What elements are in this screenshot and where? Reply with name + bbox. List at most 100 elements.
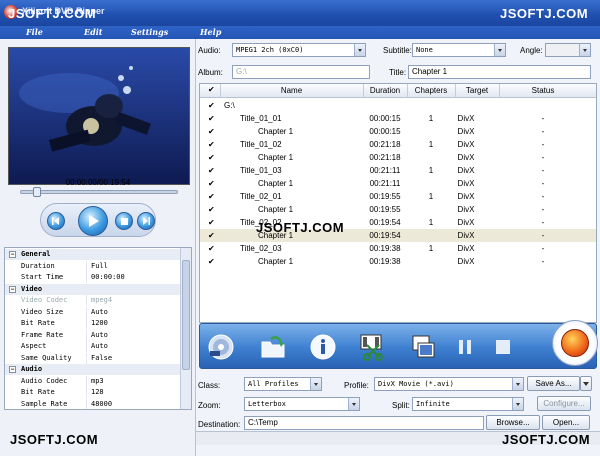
action-toolbar: [199, 320, 598, 369]
table-row[interactable]: ✔ Chapter 1 00:21:18 DivX -: [200, 151, 596, 164]
subtitle-select[interactable]: None: [412, 43, 506, 57]
row-checkbox[interactable]: ✔: [208, 232, 215, 240]
property-row[interactable]: Video Size Auto: [5, 306, 181, 318]
property-row[interactable]: Aspect Auto: [5, 341, 181, 352]
pause-button[interactable]: [450, 332, 480, 362]
collapse-icon[interactable]: −: [9, 366, 16, 373]
property-row[interactable]: Audio Codec mp3: [5, 375, 181, 387]
column-status[interactable]: Status: [499, 86, 587, 95]
stop-rip-button[interactable]: [488, 332, 518, 362]
row-duration: 00:19:55: [369, 205, 401, 214]
property-group[interactable]: − Video: [5, 283, 181, 295]
table-row[interactable]: ✔ Title_01_01 00:00:15 1 DivX -: [200, 112, 596, 125]
profile-select[interactable]: DivX Movie (*.avi): [374, 377, 524, 391]
property-row[interactable]: Duration Full: [5, 260, 181, 272]
column-name[interactable]: Name: [220, 86, 363, 95]
table-row[interactable]: ✔ Chapter 1 00:19:55 DivX -: [200, 203, 596, 216]
row-checkbox[interactable]: ✔: [208, 219, 215, 227]
row-checkbox[interactable]: ✔: [208, 206, 215, 214]
next-button[interactable]: [137, 212, 155, 230]
menu-help[interactable]: Help: [200, 27, 221, 37]
destination-input[interactable]: C:\Temp: [244, 416, 484, 430]
info-button[interactable]: [308, 332, 338, 362]
record-icon: [561, 329, 589, 357]
row-status: -: [541, 127, 545, 136]
row-checkbox[interactable]: ✔: [208, 115, 215, 123]
title-label: Title:: [389, 68, 407, 77]
table-row[interactable]: ✔ Chapter 1 00:00:15 DivX -: [200, 125, 596, 138]
menu-edit[interactable]: Edit: [84, 27, 102, 37]
load-dvd-button[interactable]: [206, 332, 236, 362]
property-row[interactable]: Video Codec mpeg4: [5, 295, 181, 306]
collapse-icon[interactable]: −: [9, 285, 16, 293]
row-duration: 00:00:15: [369, 127, 401, 136]
properties-scrollbar[interactable]: [180, 248, 191, 409]
configure-button[interactable]: Configure...: [537, 396, 591, 411]
row-checkbox[interactable]: ✔: [208, 154, 215, 162]
row-checkbox[interactable]: ✔: [208, 193, 215, 201]
audio-label: Audio:: [198, 46, 221, 55]
start-rip-button[interactable]: [552, 320, 598, 366]
properties-grid: − General Duration Full Start Time 00:00:00− V…: [4, 247, 192, 410]
seek-bar[interactable]: [20, 187, 178, 197]
menu-file[interactable]: File: [26, 27, 43, 37]
scroll-thumb[interactable]: [182, 260, 190, 370]
row-checkbox[interactable]: ✔: [208, 128, 215, 136]
property-row[interactable]: Bit Rate 128: [5, 387, 181, 398]
row-checkbox[interactable]: ✔: [208, 167, 215, 175]
clip-button[interactable]: [358, 332, 388, 362]
play-button[interactable]: [78, 206, 108, 236]
browse-button[interactable]: Browse...: [486, 415, 540, 430]
folder-icon: [261, 336, 285, 358]
zoom-select[interactable]: Letterbox: [244, 397, 360, 411]
property-row[interactable]: Sample Rate 48000: [5, 398, 181, 409]
row-status: -: [541, 205, 545, 214]
class-select[interactable]: All Profiles: [244, 377, 322, 391]
menu-settings[interactable]: Settings: [131, 27, 168, 37]
row-checkbox[interactable]: ✔: [208, 180, 215, 188]
select-all-checkbox[interactable]: ✔: [208, 85, 215, 94]
row-checkbox[interactable]: ✔: [208, 102, 215, 110]
property-row[interactable]: Bit Rate 1200: [5, 318, 181, 329]
table-row[interactable]: ✔ Title_02_03 00:19:38 1 DivX -: [200, 242, 596, 255]
table-row[interactable]: ✔ Chapter 1 00:19:38 DivX -: [200, 255, 596, 268]
property-group[interactable]: − Audio: [5, 364, 181, 375]
row-status: -: [541, 153, 545, 162]
row-checkbox[interactable]: ✔: [208, 141, 215, 149]
table-row[interactable]: ✔ Chapter 1 00:21:11 DivX -: [200, 177, 596, 190]
audio-select[interactable]: MPEG1 2ch (0xC0): [232, 43, 366, 57]
table-row[interactable]: ✔ Title_02_01 00:19:55 1 DivX -: [200, 190, 596, 203]
table-row[interactable]: ✔ Title_01_03 00:21:11 1 DivX -: [200, 164, 596, 177]
stop-button[interactable]: [115, 212, 133, 230]
property-group[interactable]: − General: [5, 249, 181, 260]
table-row[interactable]: ✔ G:\: [200, 99, 596, 112]
open-button[interactable]: Open...: [542, 415, 590, 430]
property-row[interactable]: Start Time 00:00:00: [5, 272, 181, 283]
column-chapters[interactable]: Chapters: [407, 86, 455, 95]
property-row[interactable]: Frame Rate Auto: [5, 329, 181, 341]
previous-button[interactable]: [47, 212, 65, 230]
column-duration[interactable]: Duration: [363, 86, 407, 95]
title-input[interactable]: Chapter 1: [408, 65, 591, 79]
row-duration: 00:19:38: [369, 257, 401, 266]
column-target[interactable]: Target: [455, 86, 499, 95]
open-folder-button[interactable]: [258, 332, 288, 362]
save-as-dropdown[interactable]: [580, 376, 592, 391]
property-key: Frame Rate: [21, 329, 87, 341]
property-key: Video Codec: [21, 295, 87, 306]
snapshot-button[interactable]: [408, 332, 438, 362]
row-duration: 00:19:55: [369, 192, 401, 201]
row-name: Chapter 1: [258, 205, 294, 214]
property-row[interactable]: Same Quality False: [5, 352, 181, 364]
chevron-down-icon: [512, 398, 523, 410]
collapse-icon[interactable]: −: [9, 251, 16, 258]
split-select[interactable]: Infinite: [412, 397, 524, 411]
save-as-button[interactable]: Save As...: [527, 376, 580, 391]
property-key: Video Size: [21, 306, 87, 318]
album-input[interactable]: G:\: [232, 65, 370, 79]
table-row[interactable]: ✔ Title_01_02 00:21:18 1 DivX -: [200, 138, 596, 151]
angle-select[interactable]: [545, 43, 591, 57]
row-checkbox[interactable]: ✔: [208, 245, 215, 253]
seek-thumb[interactable]: [33, 187, 41, 197]
row-checkbox[interactable]: ✔: [208, 258, 215, 266]
